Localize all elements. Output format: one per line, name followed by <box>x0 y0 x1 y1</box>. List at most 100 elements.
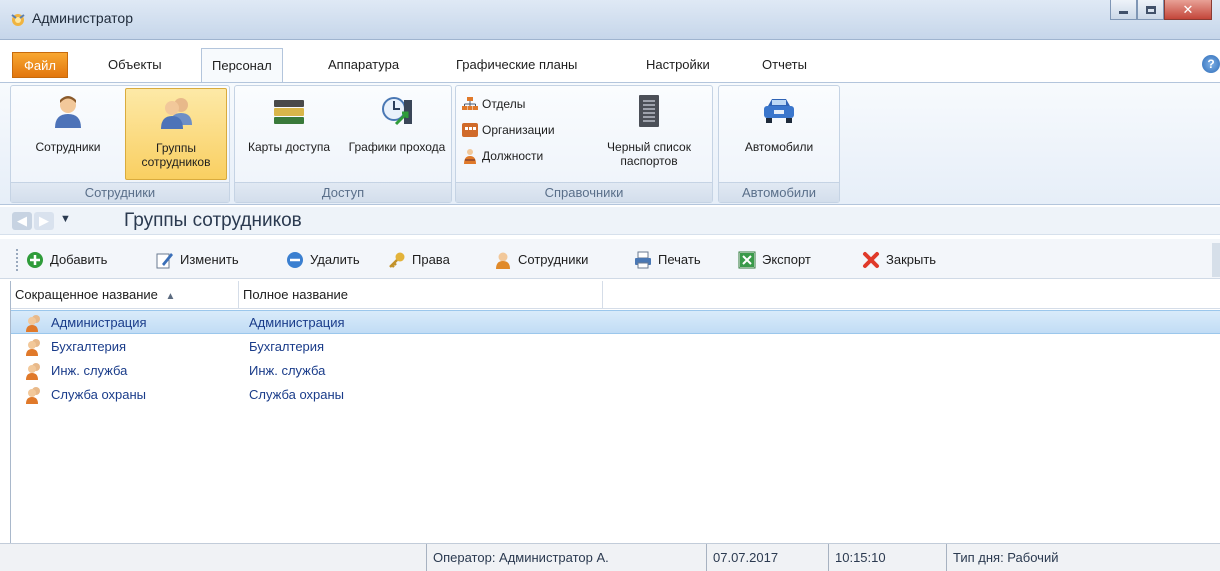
forward-button[interactable]: ▶ <box>34 212 54 230</box>
edit-button[interactable]: Изменить <box>156 249 239 271</box>
column-header-label: Полное название <box>243 287 349 302</box>
organizations-icon <box>462 123 478 137</box>
group-icon <box>26 387 40 404</box>
tab-graphic-plans[interactable]: Графические планы <box>446 48 587 82</box>
tab-hardware[interactable]: Аппаратура <box>318 48 409 82</box>
export-label: Экспорт <box>762 252 811 267</box>
back-button[interactable]: ◀ <box>12 212 32 230</box>
status-bar: Оператор: Администратор А. 07.07.2017 10… <box>0 543 1220 571</box>
person-icon <box>496 252 510 269</box>
status-time: 10:15:10 <box>828 544 942 571</box>
positions-item[interactable]: Должности <box>462 146 543 166</box>
key-icon <box>389 252 405 268</box>
sort-ascending-icon: ▲ <box>165 291 176 302</box>
column-header-short-name[interactable]: Сокращенное название ▲ <box>11 281 239 309</box>
close-button[interactable]: Закрыть <box>862 249 936 271</box>
tab-reports[interactable]: Отчеты <box>752 48 817 82</box>
staff-groups-button-label: Группы сотрудников <box>141 141 211 169</box>
pass-schedules-label: Графики прохода <box>348 140 446 154</box>
printer-icon <box>635 251 651 269</box>
employees-button[interactable]: Сотрудники <box>494 249 588 271</box>
print-label: Печать <box>658 252 701 267</box>
departments-label: Отделы <box>482 97 526 111</box>
add-icon <box>27 252 43 268</box>
window-title: Администратор <box>32 10 134 26</box>
maximize-icon <box>1145 5 1156 14</box>
help-icon[interactable]: ? <box>1202 55 1220 73</box>
add-button[interactable]: Добавить <box>26 249 107 271</box>
table-row[interactable]: Служба охраны Служба охраны <box>11 383 1220 407</box>
table-row[interactable]: Администрация Администрация <box>11 310 1220 334</box>
window-controls: ✕ <box>1110 0 1212 22</box>
staff-button-label: Сотрудники <box>35 140 101 154</box>
group-icon <box>26 363 40 380</box>
delete-button[interactable]: Удалить <box>286 249 360 271</box>
cell-short-name: Служба охраны <box>51 387 147 402</box>
tab-objects[interactable]: Объекты <box>98 48 172 82</box>
close-window-button[interactable]: ✕ <box>1164 0 1212 20</box>
cars-button[interactable]: Автомобили <box>723 88 835 180</box>
groups-table: Сокращенное название ▲ Полное название А… <box>10 281 1220 543</box>
cards-icon <box>274 100 304 124</box>
ribbon-group-label: Доступ <box>235 182 451 202</box>
minimize-button[interactable] <box>1110 0 1137 20</box>
group-icon <box>161 98 192 129</box>
export-button[interactable]: Экспорт <box>738 249 811 271</box>
cell-short-name: Бухгалтерия <box>51 339 127 354</box>
status-date: 07.07.2017 <box>706 544 824 571</box>
close-icon: ✕ <box>1182 1 1194 17</box>
cell-short-name: Инж. служба <box>51 363 128 378</box>
print-button[interactable]: Печать <box>634 249 701 271</box>
excel-icon <box>738 251 756 269</box>
arrow-right-icon: ▶ <box>39 213 49 228</box>
passport-blacklist-button[interactable]: Черный список паспортов <box>588 88 710 180</box>
rights-button[interactable]: Права <box>388 249 450 271</box>
access-cards-button[interactable]: Карты доступа <box>237 88 341 180</box>
group-icon <box>26 339 40 356</box>
positions-icon <box>464 149 476 164</box>
person-icon <box>55 96 81 128</box>
toolbar-grip <box>16 249 19 271</box>
pass-schedules-button[interactable]: Графики прохода <box>345 88 449 180</box>
edit-label: Изменить <box>180 252 239 267</box>
edit-icon <box>156 253 173 269</box>
ribbon-group-access: Карты доступа Графики прохода Доступ <box>234 85 452 203</box>
departments-item[interactable]: Отделы <box>462 94 525 114</box>
toolbar-overflow[interactable] <box>1212 243 1220 277</box>
schedule-clock-icon <box>382 97 412 126</box>
app-icon <box>11 14 25 26</box>
cell-short-name: Администрация <box>51 315 147 330</box>
add-label: Добавить <box>50 252 108 267</box>
navigation-bar: ◀ ▶ ▼ Группы сотрудников <box>0 207 1220 235</box>
column-header-full-name[interactable]: Полное название <box>239 281 603 309</box>
arrow-left-icon: ◀ <box>17 213 27 228</box>
table-row[interactable]: Бухгалтерия Бухгалтерия <box>11 335 1220 359</box>
close-icon <box>863 252 879 268</box>
title-bar: Администратор ✕ <box>0 0 1220 40</box>
ribbon-group-staff: Сотрудники Группы сотрудников Сотрудники <box>10 85 230 203</box>
table-row[interactable]: Инж. служба Инж. служба <box>11 359 1220 383</box>
staff-button[interactable]: Сотрудники <box>13 88 123 180</box>
cell-full-name: Администрация <box>249 315 345 330</box>
organizations-label: Организации <box>482 123 555 137</box>
close-label: Закрыть <box>886 252 937 267</box>
tab-personnel[interactable]: Персонал <box>201 48 283 83</box>
history-dropdown[interactable]: ▼ <box>60 213 71 225</box>
staff-groups-button[interactable]: Группы сотрудников <box>125 88 227 180</box>
maximize-button[interactable] <box>1137 0 1164 20</box>
tab-file[interactable]: Файл <box>12 52 68 78</box>
ribbon-tabs: Файл Объекты Персонал Аппаратура Графиче… <box>0 48 1220 83</box>
ribbon-group-cars: Автомобили Автомобили <box>718 85 840 203</box>
cars-button-label: Автомобили <box>744 140 814 154</box>
ribbon-group-label: Справочники <box>456 182 712 202</box>
access-cards-label: Карты доступа <box>247 140 330 154</box>
cell-full-name: Служба охраны <box>249 387 345 402</box>
tab-settings[interactable]: Настройки <box>636 48 720 82</box>
status-day-type: Тип дня: Рабочий <box>946 544 1220 571</box>
ribbon-group-label: Сотрудники <box>11 182 229 202</box>
cell-full-name: Бухгалтерия <box>249 339 325 354</box>
cell-full-name: Инж. служба <box>249 363 326 378</box>
delete-icon <box>287 252 303 268</box>
page-title: Группы сотрудников <box>124 210 302 231</box>
organizations-item[interactable]: Организации <box>462 120 555 140</box>
